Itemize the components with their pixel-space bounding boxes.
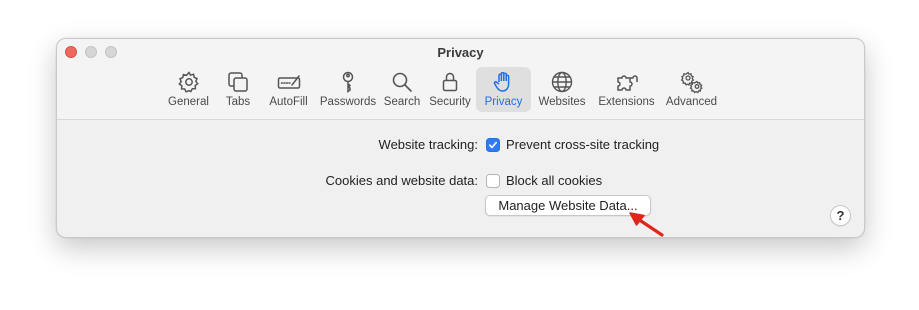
tab-label: Passwords bbox=[319, 96, 377, 108]
gears-icon bbox=[679, 70, 705, 94]
tab-label: Tabs bbox=[225, 96, 251, 108]
tab-label: General bbox=[168, 96, 209, 108]
block-cookies-label[interactable]: Block all cookies bbox=[506, 173, 602, 188]
tab-label: Security bbox=[429, 96, 471, 108]
help-button[interactable]: ? bbox=[830, 205, 851, 226]
tab-extensions[interactable]: Extensions bbox=[593, 67, 660, 112]
tracking-row: Website tracking: Prevent cross-site tra… bbox=[57, 137, 660, 152]
cookies-label: Cookies and website data: bbox=[325, 173, 478, 188]
puzzle-icon bbox=[614, 70, 640, 94]
safari-settings-window: Privacy General Tabs AutoFill Passwords … bbox=[56, 38, 865, 238]
tab-general[interactable]: General bbox=[162, 67, 215, 112]
prevent-tracking-label[interactable]: Prevent cross-site tracking bbox=[506, 137, 659, 152]
tabs-icon bbox=[225, 70, 251, 94]
autofill-icon bbox=[276, 70, 302, 94]
tab-security[interactable]: Security bbox=[424, 67, 476, 112]
settings-tabs: General Tabs AutoFill Passwords Search S… bbox=[162, 67, 723, 112]
search-icon bbox=[389, 70, 415, 94]
tab-passwords[interactable]: Passwords bbox=[316, 67, 380, 112]
globe-icon bbox=[549, 70, 575, 94]
gear-icon bbox=[176, 70, 202, 94]
tab-advanced[interactable]: Advanced bbox=[660, 67, 723, 112]
key-icon bbox=[335, 70, 361, 94]
tab-label: Advanced bbox=[665, 96, 718, 108]
window-title: Privacy bbox=[437, 45, 484, 60]
block-cookies-checkbox[interactable] bbox=[486, 173, 500, 188]
privacy-pane: Website tracking: Prevent cross-site tra… bbox=[57, 120, 864, 237]
tracking-label: Website tracking: bbox=[378, 137, 478, 152]
prevent-tracking-checkbox[interactable] bbox=[486, 137, 500, 152]
lock-icon bbox=[437, 70, 463, 94]
tab-label: Privacy bbox=[484, 96, 523, 108]
tab-label: Search bbox=[383, 96, 421, 108]
annotation-arrow-icon bbox=[629, 212, 664, 237]
settings-toolbar: Privacy General Tabs AutoFill Passwords … bbox=[57, 39, 864, 120]
tab-label: Websites bbox=[538, 96, 586, 108]
cookies-row: Cookies and website data: Block all cook… bbox=[57, 173, 603, 188]
tab-privacy[interactable]: Privacy bbox=[476, 67, 531, 112]
tab-websites[interactable]: Websites bbox=[531, 67, 593, 112]
tab-label: Extensions bbox=[598, 96, 655, 108]
checkmark-icon bbox=[488, 141, 498, 148]
tab-label: AutoFill bbox=[269, 96, 308, 108]
tab-autofill[interactable]: AutoFill bbox=[261, 67, 316, 112]
tab-search[interactable]: Search bbox=[380, 67, 424, 112]
tab-tabs[interactable]: Tabs bbox=[215, 67, 261, 112]
hand-icon bbox=[491, 70, 517, 94]
